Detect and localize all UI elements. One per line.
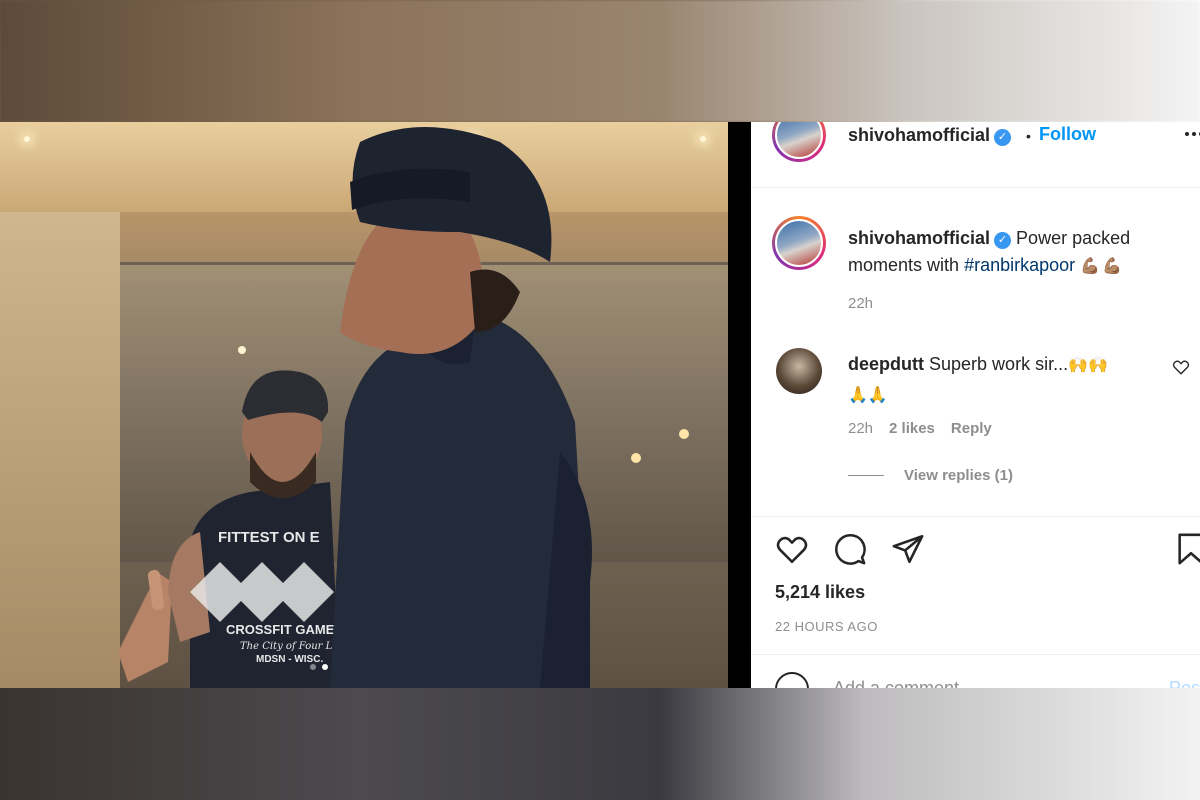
comment-bar-divider	[751, 654, 1200, 655]
send-icon[interactable]	[891, 532, 925, 566]
caption-author-avatar[interactable]	[772, 216, 826, 270]
bookmark-icon[interactable]	[1174, 532, 1200, 566]
shirt-text: FITTEST ON E	[218, 529, 320, 546]
main-figure	[330, 127, 592, 688]
comment-emoji: 🙌🙌	[1068, 357, 1108, 374]
caption-username[interactable]: shivohamofficial	[848, 228, 990, 248]
reply-button[interactable]: Reply	[951, 420, 992, 437]
carousel-indicator	[310, 664, 328, 670]
view-replies-button[interactable]: View replies (1)	[848, 467, 1013, 484]
comment-emoji: 🙏🙏	[848, 387, 888, 404]
view-replies-line	[848, 475, 884, 476]
view-replies-label: View replies (1)	[904, 467, 1013, 484]
blurred-background-bottom	[0, 688, 1200, 800]
photo-panel-divider	[728, 122, 751, 688]
carousel-dot-active[interactable]	[322, 664, 328, 670]
caption-time[interactable]: 22h	[848, 295, 873, 312]
shirt-text: The City of Four L	[240, 641, 333, 652]
post-timestamp: 22 HOURS AGO	[775, 619, 878, 634]
comment-icon[interactable]	[833, 532, 867, 566]
post-header: shivohamofficial ✓ • Follow	[751, 122, 1200, 188]
heart-icon[interactable]	[775, 532, 809, 566]
comment-time[interactable]: 22h	[848, 420, 873, 437]
comment-text: Superb work sir...	[929, 354, 1069, 374]
comment-likes[interactable]: 2 likes	[889, 420, 935, 437]
header-separator: •	[1026, 128, 1031, 144]
post-comment-button[interactable]: Post	[1169, 678, 1200, 688]
author-avatar[interactable]	[772, 122, 826, 162]
emoji-picker-icon[interactable]	[775, 672, 809, 688]
shirt-text: CROSSFIT GAMES	[226, 622, 343, 637]
commenter-avatar[interactable]	[776, 348, 822, 394]
carousel-dot[interactable]	[310, 664, 316, 670]
actions-divider	[751, 516, 1200, 517]
more-options-icon[interactable]	[1185, 132, 1200, 138]
verified-badge-icon: ✓	[994, 232, 1012, 249]
caption-emoji: 💪🏽💪🏽	[1080, 258, 1124, 275]
photo-people-illustration: FITTEST ON E CROSSFIT GAMES The City of …	[118, 127, 689, 688]
comment-username[interactable]: deepdutt	[848, 354, 924, 374]
follow-button[interactable]: Follow	[1039, 124, 1096, 145]
post-caption: shivohamofficial ✓ Power packed moments w…	[848, 225, 1178, 280]
add-comment-input[interactable]: Add a comment…	[833, 678, 977, 688]
comment-like-heart-icon[interactable]	[1172, 358, 1190, 376]
likes-count[interactable]: 5,214 likes	[775, 582, 865, 603]
blurred-background-top	[0, 0, 1200, 122]
verified-badge-icon: ✓	[994, 129, 1012, 146]
author-username[interactable]: shivohamofficial ✓	[848, 125, 1012, 146]
caption-hashtag[interactable]: #ranbirkapoor	[964, 255, 1075, 275]
comment: deepdutt Superb work sir...🙌🙌 🙏🙏	[848, 350, 1178, 410]
post-photo[interactable]: FITTEST ON E CROSSFIT GAMES The City of …	[0, 122, 728, 688]
post-details-panel: shivohamofficial ✓ • Follow shivohamoffic…	[751, 122, 1200, 688]
comment-meta: 22h 2 likes Reply	[848, 420, 992, 437]
